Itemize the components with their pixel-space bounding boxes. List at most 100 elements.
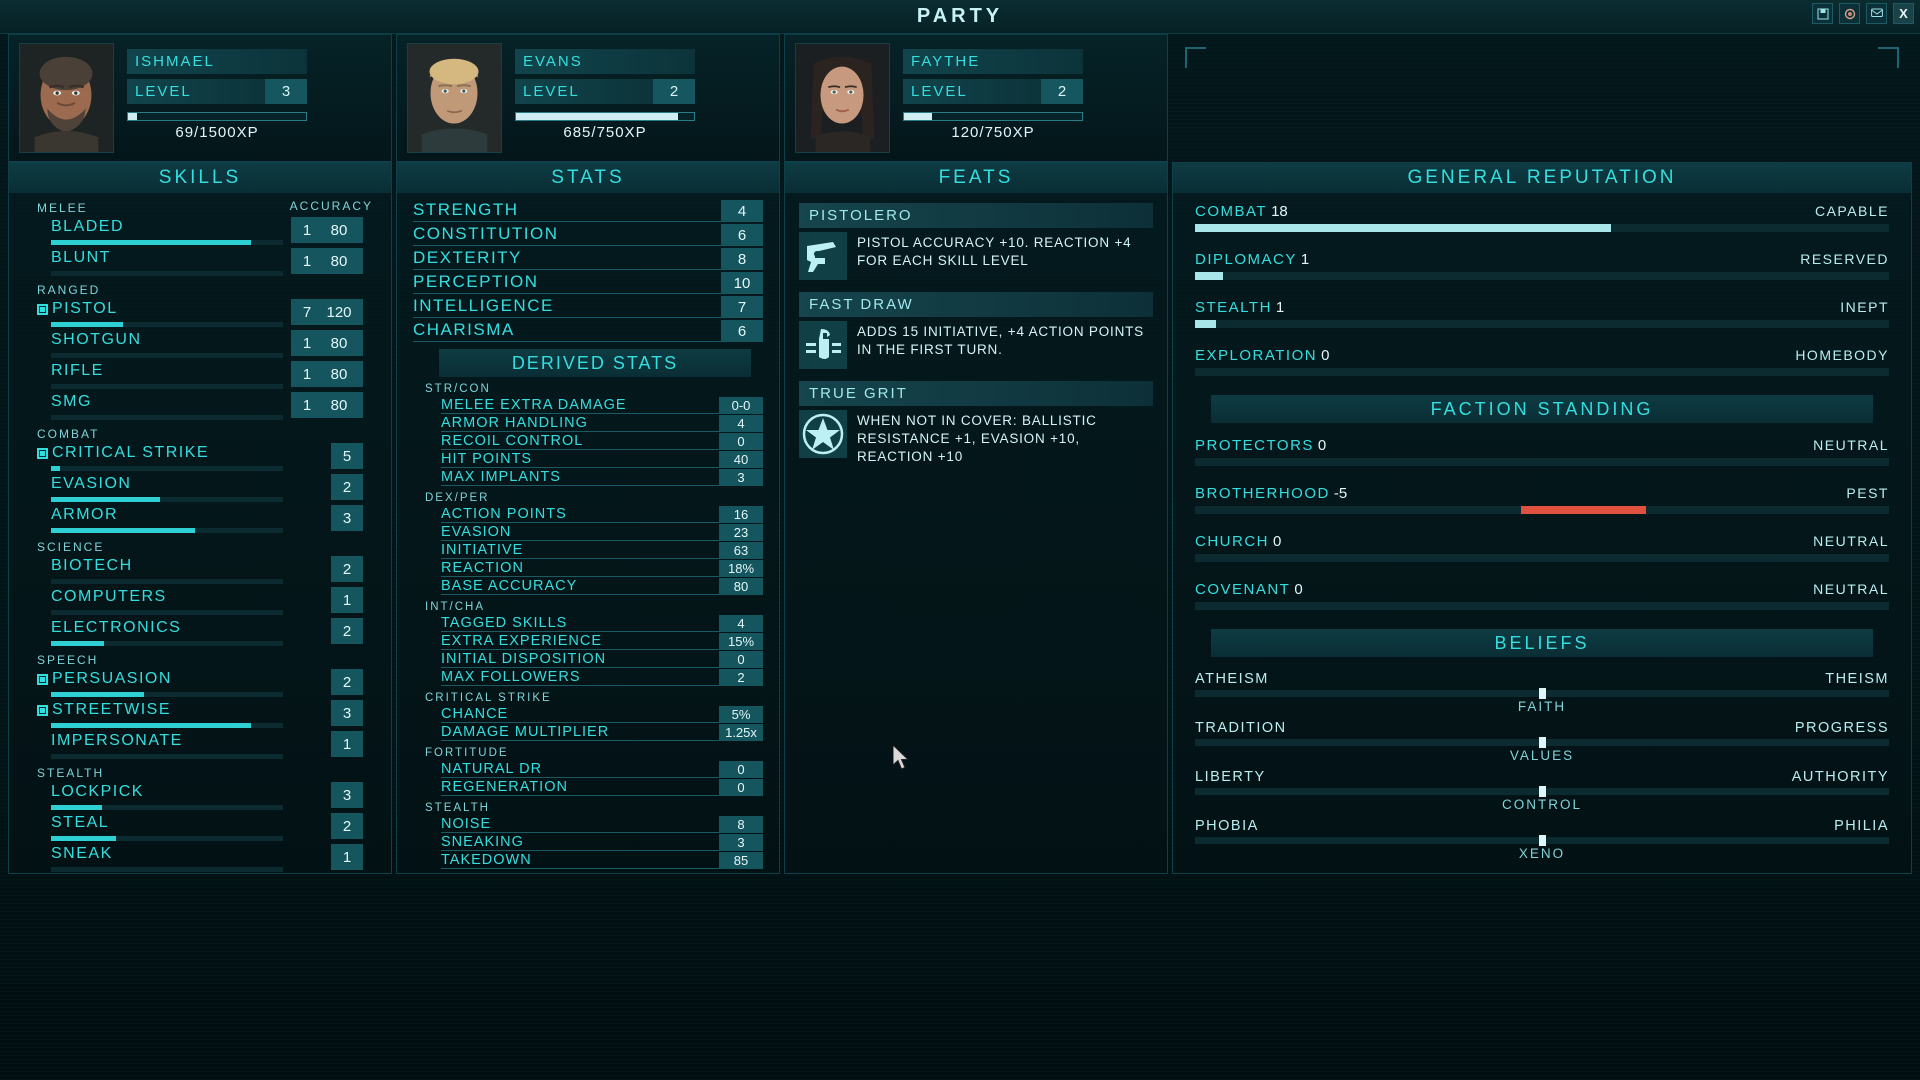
derived-stat-value: 0-0 (719, 396, 763, 414)
skill-row[interactable]: ARMOR 3 (37, 505, 381, 536)
derived-stat-row: CHANCE 5% (441, 705, 763, 723)
close-icon[interactable]: X (1893, 3, 1914, 24)
general-reputation-row: EXPLORATION 0 HOMEBODY (1195, 347, 1889, 376)
skill-row[interactable]: LOCKPICK 3 (37, 782, 381, 813)
stat-row[interactable]: DEXTERITY 8 (413, 247, 763, 271)
message-icon[interactable] (1866, 3, 1887, 24)
skill-row[interactable]: RIFLE 1 80 (37, 361, 381, 392)
beliefs-list: ATHEISM THEISM FAITH TRADITION PROGRESS VALUE… (1195, 671, 1889, 861)
derived-stat-value: 4 (719, 414, 763, 432)
help-icon[interactable] (1839, 3, 1860, 24)
level-value: 2 (653, 79, 695, 104)
feat-item[interactable]: PISTOLERO PISTOL ACCURACY +10. REACTION … (799, 203, 1153, 280)
xp-text: 685/750XP (563, 124, 647, 141)
character-info: ISHMAEL LEVEL 3 69/1500XP (127, 49, 307, 141)
general-reputation-row: STEALTH 1 INEPT (1195, 299, 1889, 328)
feat-item[interactable]: FAST DRAW ADDS 15 INITIATIVE, +4 ACTION … (799, 292, 1153, 369)
reputation-value: 0 (1294, 581, 1303, 598)
skill-row[interactable]: CRITICAL STRIKE 5 (37, 443, 381, 474)
skill-row[interactable]: BIOTECH 2 (37, 556, 381, 587)
level-label: LEVEL (903, 79, 1041, 104)
reputation-bar (1195, 320, 1889, 328)
skill-row[interactable]: EVASION 2 (37, 474, 381, 505)
reputation-status: RESERVED (1800, 251, 1889, 267)
skill-progress-bar (51, 497, 283, 502)
faction-standing-row: BROTHERHOOD -5 PEST (1195, 485, 1889, 514)
skill-progress-bar (51, 641, 283, 646)
level-value: 3 (265, 79, 307, 104)
xp-text: 69/1500XP (175, 124, 259, 141)
skill-level-value: 2 (331, 556, 363, 582)
skill-row[interactable]: COMPUTERS 1 (37, 587, 381, 618)
feat-name: TRUE GRIT (799, 381, 1153, 406)
skill-accuracy-value: 80 (315, 248, 363, 274)
reputation-name-group: EXPLORATION 0 (1195, 347, 1329, 365)
stat-row[interactable]: CONSTITUTION 6 (413, 223, 763, 247)
belief-axis-label: CONTROL (1501, 797, 1582, 812)
faction-standing-row: PROTECTORS 0 NEUTRAL (1195, 437, 1889, 466)
skill-level-value: 3 (331, 505, 363, 531)
skill-row[interactable]: BLUNT 1 80 (37, 248, 381, 279)
skill-level-value: 3 (331, 782, 363, 808)
stat-row[interactable]: PERCEPTION 10 (413, 271, 763, 295)
skill-progress-bar (51, 867, 283, 872)
skill-row[interactable]: ELECTRONICS 2 (37, 618, 381, 649)
feat-item[interactable]: TRUE GRIT WHEN NOT IN COVER: BALLISTIC R… (799, 381, 1153, 467)
save-icon[interactable] (1812, 3, 1833, 24)
corner-frame (1172, 34, 1912, 162)
skill-group-label: SCIENCE (37, 540, 105, 554)
belief-left-label: ATHEISM (1195, 671, 1269, 687)
beliefs-title: BELIEFS (1211, 629, 1873, 657)
faction-standing-row: COVENANT 0 NEUTRAL (1195, 581, 1889, 610)
reputation-panel: GENERAL REPUTATION COMBAT 18 CAPABLE DIPLOM… (1172, 162, 1912, 874)
skill-row[interactable]: SHOTGUN 1 80 (37, 330, 381, 361)
reputation-bar (1195, 458, 1889, 466)
skill-progress-bar (51, 723, 283, 728)
tagged-skill-icon (37, 303, 48, 315)
skill-row[interactable]: SMG 1 80 (37, 392, 381, 423)
character-card-evans[interactable]: EVANS LEVEL 2 685/750XP (396, 34, 780, 162)
derived-stat-row: INITIATIVE 63 (441, 541, 763, 559)
skill-name: COMPUTERS (51, 588, 167, 605)
derived-stat-value: 5% (719, 705, 763, 723)
reputation-bar-fill (1195, 320, 1216, 328)
derived-stat-name: NOISE (441, 816, 719, 833)
skill-name: STREETWISE (37, 700, 381, 720)
skill-row[interactable]: SNEAK 1 (37, 844, 381, 875)
skill-progress-bar (51, 610, 283, 615)
skill-row[interactable]: STEAL 2 (37, 813, 381, 844)
skill-level-value: 5 (331, 443, 363, 469)
window-controls: X (1812, 3, 1914, 24)
stat-name: CONSTITUTION (413, 224, 721, 246)
character-card-faythe[interactable]: FAYTHE LEVEL 2 120/750XP (784, 34, 1168, 162)
stat-value: 4 (721, 200, 763, 222)
accuracy-header: ACCURACY (289, 199, 373, 213)
derived-group-label: STEALTH (425, 802, 490, 814)
skill-progress-bar (51, 579, 283, 584)
xp-text: 120/750XP (951, 124, 1035, 141)
stat-name: STRENGTH (413, 200, 721, 222)
skill-level-value: 1 (331, 587, 363, 613)
skill-level-value: 2 (331, 669, 363, 695)
stat-name: DEXTERITY (413, 248, 721, 270)
skill-level-value: 3 (331, 700, 363, 726)
stat-row[interactable]: STRENGTH 4 (413, 199, 763, 223)
belief-right-label: PROGRESS (1794, 720, 1889, 736)
skill-name: ARMOR (51, 506, 119, 523)
stat-value: 8 (721, 248, 763, 270)
reputation-value: 0 (1273, 533, 1282, 550)
derived-stat-value: 0 (719, 760, 763, 778)
tagged-skill-icon (37, 704, 48, 716)
skill-row[interactable]: PISTOL 7 120 (37, 299, 381, 330)
skill-row[interactable]: PERSUASION 2 (37, 669, 381, 700)
stat-row[interactable]: INTELLIGENCE 7 (413, 295, 763, 319)
skill-row[interactable]: BLADED 1 80 (37, 217, 381, 248)
belief-knob (1539, 835, 1546, 846)
skill-row[interactable]: IMPERSONATE 1 (37, 731, 381, 762)
faction-standing-title: FACTION STANDING (1211, 395, 1873, 423)
stat-row[interactable]: CHARISMA 6 (413, 319, 763, 343)
reputation-bar-fill (1195, 272, 1223, 280)
skill-name: EVASION (51, 475, 132, 492)
skill-row[interactable]: STREETWISE 3 (37, 700, 381, 731)
character-card-ishmael[interactable]: ISHMAEL LEVEL 3 69/1500XP (8, 34, 392, 162)
